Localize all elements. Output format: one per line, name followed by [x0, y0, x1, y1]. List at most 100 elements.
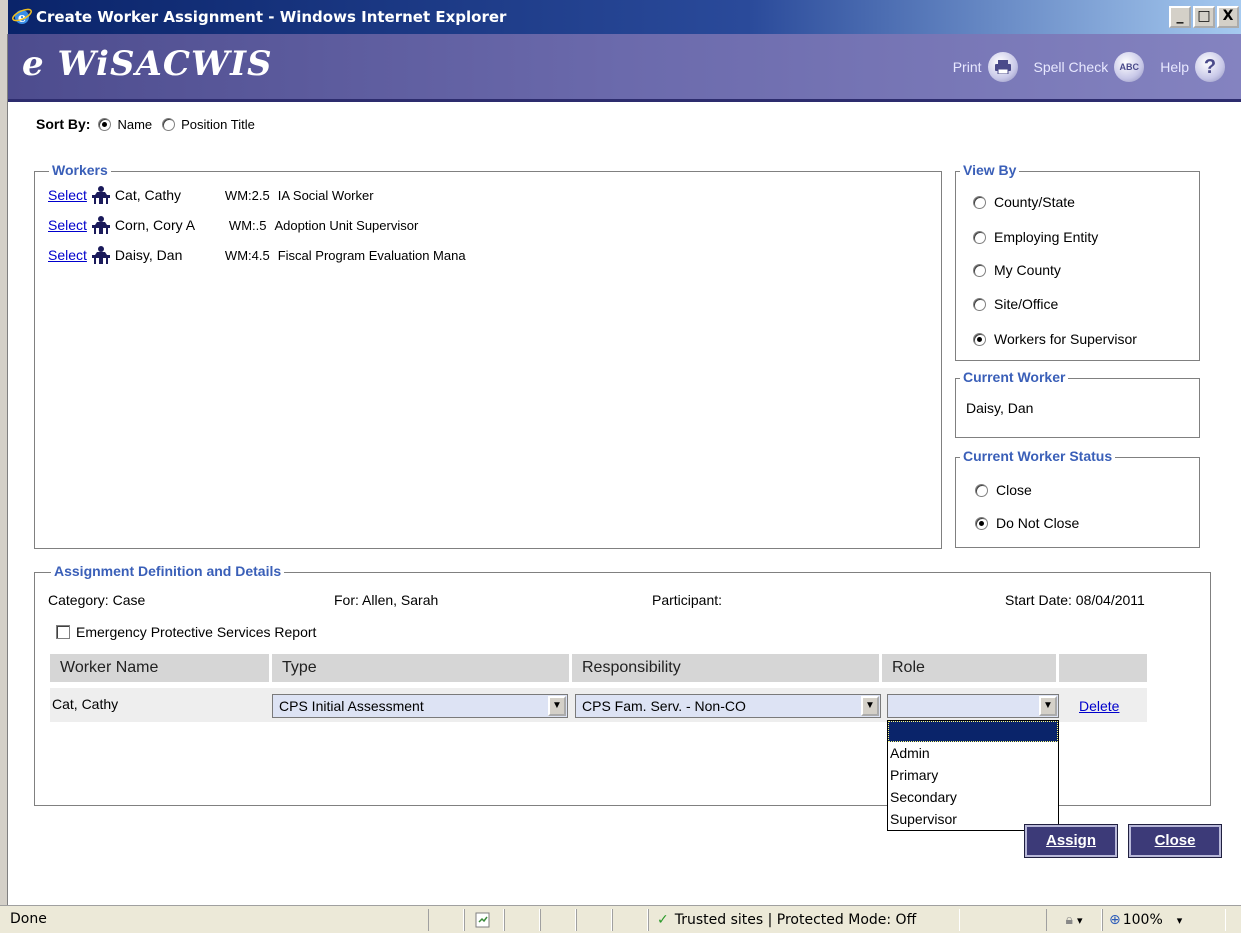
current-worker-status-panel: Current Worker Status	[955, 448, 1200, 548]
maximize-button[interactable]: □	[1193, 6, 1215, 28]
assignment-legend: Assignment Definition and Details	[51, 563, 285, 579]
view-by-option-label: Employing Entity	[994, 229, 1099, 245]
assign-button[interactable]: Assign	[1024, 824, 1118, 858]
dropdown-arrow: ▾	[1076, 913, 1083, 927]
sort-position-radio[interactable]	[162, 117, 176, 131]
delete-link[interactable]: Delete	[1079, 698, 1119, 714]
col-responsibility: Responsibility	[572, 654, 882, 682]
col-actions	[1059, 654, 1147, 682]
zoom-icon: ⊕	[1109, 912, 1121, 928]
worker-name: Daisy, Dan	[114, 247, 183, 263]
window-border	[0, 34, 8, 905]
worker-row: Select Cat, Cathy WM:2.5 IA Social Worke…	[48, 186, 374, 204]
security-zone-text: Trusted sites | Protected Mode: Off	[674, 912, 917, 928]
view-county-state-radio[interactable]	[973, 195, 986, 209]
select-worker-link[interactable]: Select	[48, 247, 87, 263]
minimize-button[interactable]: _	[1169, 6, 1191, 28]
role-dropdown-list: Admin Primary Secondary Supervisor	[887, 720, 1059, 831]
window-title: Create Worker Assignment - Windows Inter…	[36, 8, 507, 26]
print-label: Print	[952, 59, 982, 75]
chevron-down-icon[interactable]: ▼	[548, 696, 566, 716]
worker-icon	[91, 186, 110, 204]
view-my-county-radio[interactable]	[973, 263, 986, 277]
status-close-radio[interactable]	[975, 483, 988, 497]
select-worker-link[interactable]: Select	[48, 187, 87, 203]
workers-legend: Workers	[49, 162, 111, 178]
view-by-legend: View By	[960, 162, 1020, 178]
view-by-option[interactable]: Employing Entity	[973, 229, 1108, 245]
view-employing-entity-radio[interactable]	[973, 230, 986, 244]
type-select[interactable]: CPS Initial Assessment ▼	[272, 694, 568, 718]
zone-dropdown[interactable]: 🔒︎ ▾	[1046, 909, 1102, 931]
role-option[interactable]: Primary	[888, 764, 1058, 786]
close-button[interactable]: Close	[1128, 824, 1222, 858]
view-by-option-label: My County	[994, 262, 1061, 278]
view-by-option[interactable]: Workers for Supervisor	[973, 331, 1147, 347]
current-worker-legend: Current Worker	[960, 369, 1069, 385]
row-worker-name: Cat, Cathy	[52, 696, 119, 712]
worker-title: IA Social Worker	[277, 187, 374, 203]
spell-check-label: Spell Check	[1033, 59, 1109, 75]
worker-row: Select Daisy, Dan WM:4.5 Fiscal Program …	[48, 246, 466, 264]
role-option[interactable]: Secondary	[888, 786, 1058, 808]
col-type: Type	[272, 654, 572, 682]
role-select[interactable]: ▼	[887, 694, 1059, 718]
status-bar: Done ✓ Trusted sites | Protected Mode: O…	[0, 905, 1241, 933]
print-button[interactable]: Print	[953, 52, 1018, 82]
sort-name-radio[interactable]	[98, 117, 112, 131]
type-select-value: CPS Initial Assessment	[279, 698, 424, 714]
close-window-button[interactable]: X	[1217, 6, 1239, 28]
responsibility-select-value: CPS Fam. Serv. - Non-CO	[582, 698, 746, 714]
current-worker-status-legend: Current Worker Status	[960, 448, 1116, 464]
assignment-table-header: Worker Name Type Responsibility Role	[50, 654, 1147, 682]
status-segment	[428, 909, 464, 931]
view-by-option-label: Workers for Supervisor	[994, 331, 1137, 347]
sort-by-group: Sort By: Name Position Title	[36, 116, 265, 132]
current-worker-name: Daisy, Dan	[966, 400, 1034, 416]
status-text: Done	[10, 911, 47, 927]
view-site-office-radio[interactable]	[973, 297, 986, 311]
worker-wm: WM:2.5	[224, 187, 270, 203]
view-by-option-label: Site/Office	[994, 296, 1059, 312]
worker-icon	[91, 246, 110, 264]
chevron-down-icon[interactable]: ▼	[1039, 696, 1057, 716]
status-option[interactable]: Do Not Close	[975, 515, 1089, 531]
chevron-down-icon[interactable]: ▼	[861, 696, 879, 716]
sort-position-label: Position Title	[181, 116, 255, 132]
printer-icon	[987, 52, 1018, 82]
zoom-control[interactable]: ⊕ 100% ▾	[1102, 909, 1226, 931]
col-worker-name: Worker Name	[50, 654, 272, 682]
view-workers-for-supervisor-radio[interactable]	[973, 332, 986, 346]
status-segment	[576, 909, 612, 931]
spell-check-button[interactable]: Spell Check ABC	[1034, 52, 1145, 82]
view-by-option-label: County/State	[994, 194, 1075, 210]
app-header: e WiSACWIS Print Spell Check ABC Help ?	[8, 34, 1241, 102]
zoom-dropdown-arrow: ▾	[1176, 913, 1183, 927]
worker-wm: WM:4.5	[224, 247, 270, 263]
worker-name: Cat, Cathy	[114, 187, 182, 203]
zoom-level: 100%	[1122, 912, 1163, 928]
view-by-option[interactable]: My County	[973, 262, 1071, 278]
status-segment	[540, 909, 576, 931]
responsibility-select[interactable]: CPS Fam. Serv. - Non-CO ▼	[575, 694, 881, 718]
worker-title: Adoption Unit Supervisor	[274, 217, 419, 233]
for-text: For: Allen, Sarah	[334, 592, 439, 608]
help-label: Help	[1160, 59, 1189, 75]
status-option[interactable]: Close	[975, 482, 1042, 498]
category-text: Category: Case	[48, 592, 146, 608]
help-button[interactable]: Help ?	[1160, 52, 1225, 82]
window-title-bar: e Create Worker Assignment - Windows Int…	[0, 0, 1241, 34]
col-role: Role	[882, 654, 1059, 682]
role-option[interactable]	[888, 721, 1058, 742]
select-worker-link[interactable]: Select	[48, 217, 87, 233]
role-option[interactable]: Admin	[888, 742, 1058, 764]
help-icon: ?	[1195, 52, 1225, 82]
brand-logo: e WiSACWIS	[22, 44, 273, 84]
view-by-option[interactable]: Site/Office	[973, 296, 1068, 312]
spell-check-icon: ABC	[1114, 52, 1145, 82]
worker-icon	[91, 216, 110, 234]
view-by-option[interactable]: County/State	[973, 194, 1085, 210]
status-do-not-close-radio[interactable]	[975, 516, 988, 530]
status-segment	[504, 909, 540, 931]
emergency-checkbox[interactable]	[56, 625, 70, 639]
